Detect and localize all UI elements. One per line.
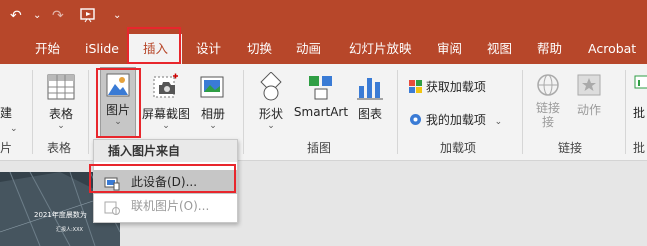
chevron-down-icon: ⌄	[267, 121, 275, 131]
group-label-illustrations: 插图	[307, 141, 332, 155]
chevron-down-icon: ⌄	[10, 124, 18, 134]
picture-button[interactable]: 图片 ⌄	[100, 67, 136, 137]
chevron-down-icon: ⌄	[114, 117, 122, 127]
picture-icon	[106, 73, 130, 97]
screenshot-label: 屏幕截图	[141, 107, 190, 121]
group-label-links: 链接	[558, 141, 583, 155]
group-divider	[243, 70, 244, 154]
chevron-down-icon: ⌄	[57, 121, 65, 131]
get-addins-button[interactable]: 获取加载项	[409, 78, 486, 95]
tab-acrobat[interactable]: Acrobat	[588, 33, 636, 64]
group-divider	[522, 70, 523, 154]
group-label-addins: 加载项	[440, 141, 477, 155]
tab-home[interactable]: 开始	[35, 33, 60, 64]
tab-design[interactable]: 设计	[196, 33, 221, 64]
table-icon	[47, 74, 75, 100]
menu-item-online-pictures[interactable]: 联机图片(O)...	[94, 194, 237, 218]
group-label-tables: 表格	[47, 141, 72, 155]
tab-insert[interactable]: 插入	[129, 34, 183, 64]
link-label-line2: 接	[541, 115, 554, 129]
slide-thumbnail-subtitle: 汇报人:XXX	[56, 227, 83, 233]
present-from-start-icon[interactable]	[80, 7, 98, 25]
online-pictures-label: 联机图片(O)...	[131, 199, 210, 213]
customize-quick-access-icon[interactable]: ⌄	[113, 7, 121, 25]
tab-islide[interactable]: iSlide	[85, 33, 119, 64]
globe-link-icon	[537, 74, 559, 96]
chart-label: 图表	[357, 107, 382, 121]
online-pictures-icon	[104, 199, 120, 215]
table-label: 表格	[48, 107, 73, 121]
new-slide-label-cut: 建	[0, 106, 13, 120]
group-label-comments-cut: 批	[633, 141, 646, 155]
my-addins-button[interactable]: 我的加载项 ⌄	[409, 111, 502, 128]
undo-dropdown-icon[interactable]: ⌄	[33, 7, 41, 25]
store-icon	[409, 80, 422, 93]
ribbon-tab-bar: 开始 iSlide 插入 设计 切换 动画 幻灯片放映 审阅 视图 帮助 Acr…	[0, 33, 647, 64]
shapes-button[interactable]: 形状 ⌄	[255, 72, 287, 131]
action-button[interactable]: 动作	[574, 72, 604, 118]
my-addins-label: 我的加载项	[425, 113, 486, 127]
comment-icon	[634, 75, 647, 89]
group-label-slides-cut: 片	[0, 141, 13, 155]
link-button[interactable]: 链接 接	[534, 72, 562, 129]
menu-item-this-device[interactable]: 此设备(D)...	[94, 170, 237, 194]
slide-thumbnail-title: 2021年度晨数为	[34, 211, 87, 219]
smartart-label: SmartArt	[293, 105, 349, 119]
smartart-button[interactable]: SmartArt	[293, 72, 349, 119]
this-device-label: 此设备(D)...	[131, 175, 198, 189]
insert-picture-dropdown: 插入图片来自 此设备(D)... 联机图片(O)...	[93, 139, 238, 223]
picture-label: 图片	[105, 103, 130, 117]
tab-transitions[interactable]: 切换	[247, 33, 272, 64]
shapes-icon	[260, 72, 282, 101]
comment-label-cut: 批	[633, 106, 646, 120]
device-icon	[104, 175, 120, 191]
new-slide-button-cut[interactable]: 建 ⌄	[0, 104, 18, 134]
photo-album-icon	[200, 76, 224, 98]
chevron-down-icon: ⌄	[494, 117, 503, 127]
dropdown-header: 插入图片来自	[94, 140, 237, 162]
undo-icon[interactable]: ↶	[10, 7, 22, 25]
smartart-icon	[309, 76, 332, 100]
get-addins-label: 获取加载项	[425, 80, 486, 94]
bar-chart-icon	[357, 78, 383, 100]
group-divider	[625, 70, 626, 154]
tab-review[interactable]: 审阅	[437, 33, 462, 64]
photo-album-label: 相册	[200, 107, 225, 121]
chevron-down-icon: ⌄	[162, 121, 170, 131]
screenshot-button[interactable]: 屏幕截图 ⌄	[140, 72, 192, 131]
link-label: 链接	[535, 101, 560, 115]
tab-file-cut[interactable]	[0, 33, 6, 64]
photo-album-button[interactable]: 相册 ⌄	[198, 72, 228, 131]
addins-icon	[409, 113, 422, 126]
tab-help[interactable]: 帮助	[537, 33, 562, 64]
action-star-icon	[577, 74, 601, 96]
tab-slideshow[interactable]: 幻灯片放映	[349, 33, 412, 64]
chart-button[interactable]: 图表	[355, 72, 385, 122]
screenshot-icon	[153, 73, 178, 98]
group-divider	[32, 70, 33, 154]
action-label: 动作	[576, 103, 601, 117]
table-button[interactable]: 表格 ⌄	[44, 72, 78, 131]
group-divider	[397, 70, 398, 154]
tab-animations[interactable]: 动画	[296, 33, 321, 64]
redo-icon[interactable]: ↷	[52, 7, 64, 25]
tab-view[interactable]: 视图	[487, 33, 512, 64]
group-divider	[88, 70, 89, 154]
comment-button-cut[interactable]: 批	[633, 72, 647, 121]
title-bar: ↶ ⌄ ↷ ⌄	[0, 0, 647, 33]
shapes-label: 形状	[258, 107, 283, 121]
chevron-down-icon: ⌄	[209, 121, 217, 131]
